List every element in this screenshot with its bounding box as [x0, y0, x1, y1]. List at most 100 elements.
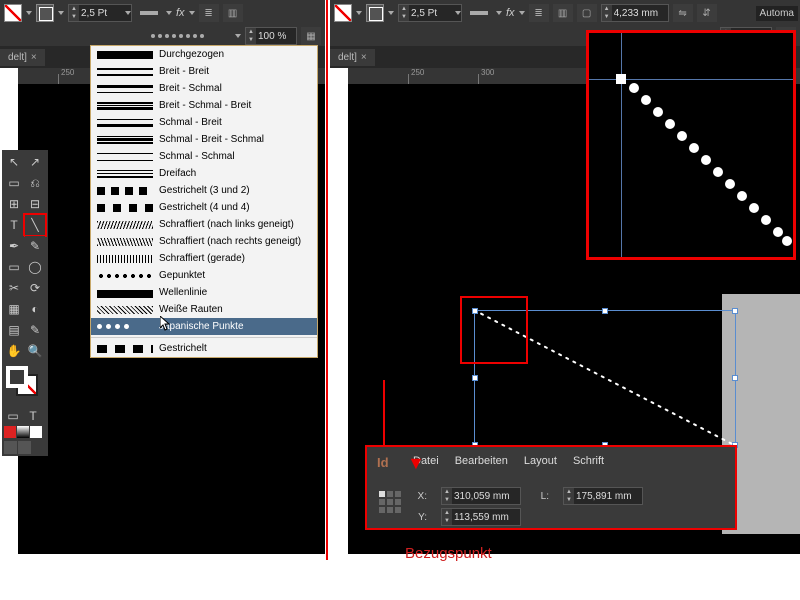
- type-tool[interactable]: T: [4, 215, 24, 235]
- page-tool[interactable]: ▭: [4, 173, 24, 193]
- stroke-style-item[interactable]: Breit - Schmal - Breit: [91, 97, 317, 114]
- stroke-style-item[interactable]: Weiße Rauten: [91, 301, 317, 318]
- apply-color-icon[interactable]: [4, 426, 16, 438]
- stroke-style-item[interactable]: Schmal - Breit - Schmal: [91, 131, 317, 148]
- stroke-style-item[interactable]: Breit - Schmal: [91, 80, 317, 97]
- l-label: L:: [535, 491, 549, 502]
- indesign-logo: Id: [377, 455, 389, 470]
- fill-swatch[interactable]: [334, 4, 352, 22]
- anchor-point-icon: [616, 74, 626, 84]
- flip-h-icon[interactable]: ⇋: [673, 4, 693, 22]
- stroke-weight-input[interactable]: ▲▼: [398, 4, 462, 22]
- control-bar-right: ▲▼ fx ≣ ▥ ▢ ▲▼ ⇋ ⇵: [330, 0, 800, 26]
- stroke-style-item-selected[interactable]: Japanische Punkte: [91, 318, 317, 335]
- stroke-weight-value[interactable]: [79, 5, 125, 21]
- menu-layout[interactable]: Layout: [524, 455, 557, 467]
- line-tool[interactable]: ╲: [25, 215, 45, 235]
- wrap2-icon[interactable]: ▥: [223, 4, 243, 22]
- selection-tool[interactable]: ↖: [4, 152, 24, 172]
- stroke-style-item[interactable]: Gepunktet: [91, 267, 317, 284]
- stroke-style-item[interactable]: Schmal - Schmal: [91, 148, 317, 165]
- stroke-style-item[interactable]: Wellenlinie: [91, 284, 317, 301]
- y-label: Y:: [413, 512, 427, 523]
- reference-point-proxy[interactable]: [379, 491, 403, 515]
- annotation-connector: [383, 380, 385, 445]
- document-tab[interactable]: delt]×: [0, 49, 45, 66]
- close-icon[interactable]: ×: [31, 52, 37, 63]
- note-tool[interactable]: ▤: [4, 320, 24, 340]
- dropdown-caret-icon[interactable]: [26, 11, 32, 15]
- gradient-swatch-tool[interactable]: ▦: [4, 299, 24, 319]
- apply-to-container-icon[interactable]: ▭: [4, 409, 22, 423]
- arrow-down-icon: ▼: [407, 453, 425, 474]
- opacity-input[interactable]: ▲▼: [245, 27, 297, 45]
- stroke-style-item[interactable]: Schmal - Breit: [91, 114, 317, 131]
- direct-selection-tool[interactable]: ↗: [25, 152, 45, 172]
- dropdown-caret-icon[interactable]: [166, 11, 172, 15]
- stroke-style-item[interactable]: Breit - Breit: [91, 63, 317, 80]
- annotation-divider: [326, 0, 328, 560]
- stroke-style-item[interactable]: Gestrichelt (3 und 2): [91, 182, 317, 199]
- x-label: X:: [413, 491, 427, 502]
- apply-gradient-icon[interactable]: [17, 426, 29, 438]
- stroke-swatch[interactable]: [36, 4, 54, 22]
- hand-tool[interactable]: ✋: [4, 341, 24, 361]
- ellipse-tool[interactable]: ◯: [25, 257, 45, 277]
- y-input[interactable]: ▲▼: [441, 508, 521, 526]
- width-input[interactable]: ▲▼: [601, 4, 669, 22]
- stroke-style-dropdown[interactable]: [466, 4, 492, 22]
- menu-edit[interactable]: Bearbeiten: [455, 455, 508, 467]
- fx-button[interactable]: fx: [176, 7, 185, 19]
- stroke-style-item[interactable]: Schraffiert (nach links geneigt): [91, 216, 317, 233]
- stroke-style-item[interactable]: Gestrichelt: [91, 340, 317, 357]
- apply-none-icon[interactable]: [30, 426, 42, 438]
- scissors-tool[interactable]: ✂: [4, 278, 24, 298]
- stroke-style-preview[interactable]: [151, 33, 231, 39]
- stroke-weight-input[interactable]: ▲▼: [68, 4, 132, 22]
- stroke-swatch[interactable]: [366, 4, 384, 22]
- free-transform-tool[interactable]: ⟳: [25, 278, 45, 298]
- dropdown-caret-icon[interactable]: [189, 11, 195, 15]
- stroke-style-item[interactable]: Schraffiert (gerade): [91, 250, 317, 267]
- tools-panel: ↖ ↗ ▭ ⎌ ⊞ ⊟ T ╲ ✒ ✎ ▭ ◯ ✂ ⟳ ▦ ◐ ▤ ✎ ✋ 🔍 …: [2, 150, 48, 456]
- x-input[interactable]: ▲▼: [441, 487, 521, 505]
- wrap-icon[interactable]: ≣: [199, 4, 219, 22]
- close-icon[interactable]: ×: [361, 52, 367, 63]
- arrange-icon[interactable]: ▦: [301, 27, 321, 45]
- gap-tool[interactable]: ⎌: [25, 173, 45, 193]
- menu-type[interactable]: Schrift: [573, 455, 604, 467]
- screen-mode-row: [4, 441, 31, 454]
- normal-mode-icon[interactable]: [4, 441, 17, 454]
- color-mode-row: [4, 426, 42, 438]
- stroke-style-dropdown[interactable]: [136, 4, 162, 22]
- annotation-caption: Bezugspunkt: [405, 545, 492, 562]
- apply-to-text-icon[interactable]: T: [24, 409, 42, 423]
- stroke-style-item[interactable]: Schraffiert (nach rechts geneigt): [91, 233, 317, 250]
- eyedropper-tool[interactable]: ✎: [25, 320, 45, 340]
- stroke-style-item[interactable]: Gestrichelt (4 und 4): [91, 199, 317, 216]
- wrap2-icon[interactable]: ▥: [553, 4, 573, 22]
- pen-tool[interactable]: ✒: [4, 236, 24, 256]
- content-placer-tool[interactable]: ⊟: [25, 194, 45, 214]
- boundingbox-icon[interactable]: ▢: [577, 4, 597, 22]
- gradient-feather-tool[interactable]: ◐: [25, 299, 45, 319]
- stroke-style-item[interactable]: Dreifach: [91, 165, 317, 182]
- pencil-tool[interactable]: ✎: [25, 236, 45, 256]
- flip-v-icon[interactable]: ⇵: [697, 4, 717, 22]
- transform-panel: Id ▼ Datei Bearbeiten Layout Schrift X: …: [365, 445, 737, 530]
- preview-mode-icon[interactable]: [18, 441, 31, 454]
- document-tab[interactable]: delt]×: [330, 49, 375, 66]
- stroke-style-menu: Durchgezogen Breit - Breit Breit - Schma…: [90, 45, 318, 358]
- fx-button[interactable]: fx: [506, 7, 515, 19]
- auto-fit-label: Automa: [756, 6, 798, 21]
- dropdown-caret-icon[interactable]: [58, 11, 64, 15]
- rectangle-frame-tool[interactable]: ▭: [4, 257, 24, 277]
- control-bar-left: ▲▼ fx ≣ ▥: [0, 0, 325, 26]
- fill-stroke-proxy[interactable]: [4, 366, 44, 406]
- l-input[interactable]: ▲▼: [563, 487, 643, 505]
- wrap-icon[interactable]: ≣: [529, 4, 549, 22]
- stroke-style-item[interactable]: Durchgezogen: [91, 46, 317, 63]
- zoom-tool[interactable]: 🔍: [25, 341, 45, 361]
- content-collector-tool[interactable]: ⊞: [4, 194, 24, 214]
- fill-swatch[interactable]: [4, 4, 22, 22]
